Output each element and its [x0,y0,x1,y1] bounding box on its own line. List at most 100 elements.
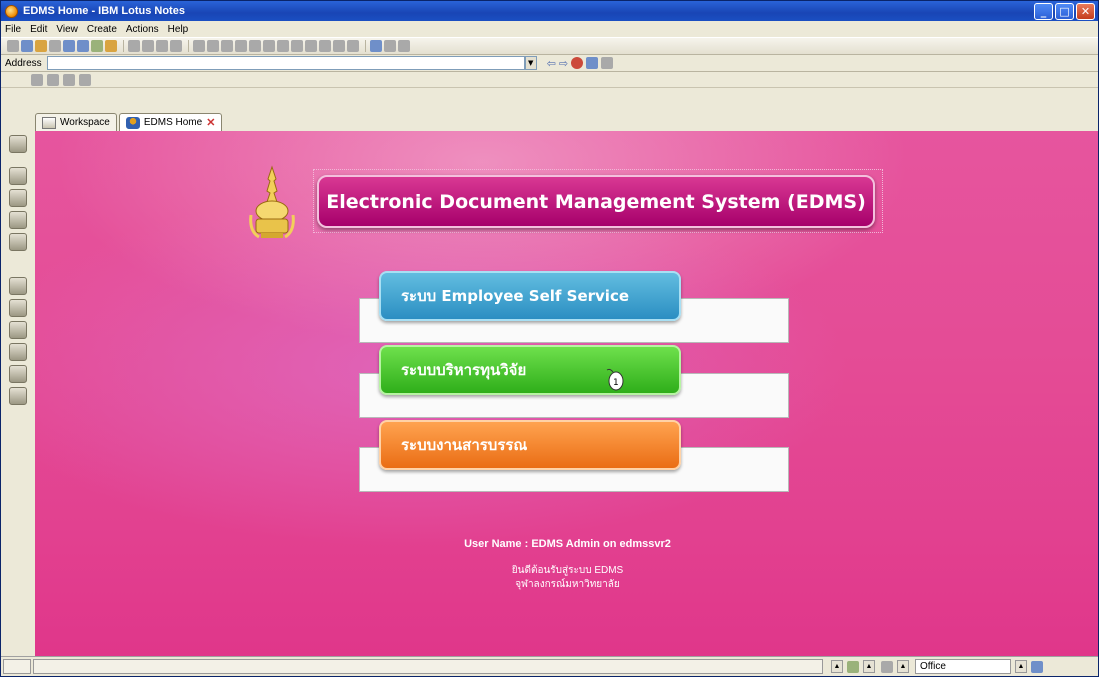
research-fund-button[interactable]: ระบบบริหารทุนวิจัย [379,345,681,395]
find-icon[interactable] [370,40,382,52]
databases-icon[interactable] [9,299,27,317]
search-icon[interactable] [384,40,396,52]
open-icon[interactable] [35,40,47,52]
navigate-up-icon[interactable] [221,40,233,52]
preview-icon[interactable] [291,40,303,52]
key-icon [881,660,893,673]
close-tab-icon[interactable]: ✕ [206,116,215,129]
online-arrow-icon[interactable]: ▲ [863,660,875,673]
address-label: Address [5,57,42,69]
cut-icon[interactable] [128,40,140,52]
lotus-notes-logo-icon [5,4,18,18]
tab-edms-home-label: EDMS Home [143,117,203,128]
forward-icon[interactable] [63,40,75,52]
calendar-icon[interactable] [9,167,27,185]
refresh-icon[interactable] [586,57,599,69]
bookmark-b-icon[interactable] [9,135,27,153]
secondary-toolbar [1,72,1098,88]
welcome-label: ยินดีต้อนรับสู่ระบบ EDMS [511,565,624,576]
collapse-icon[interactable] [319,40,331,52]
collapse-all-icon[interactable] [347,40,359,52]
window-controls: _ □ ✕ [1034,2,1095,20]
view-icon[interactable] [277,40,289,52]
navigate-first-icon[interactable] [193,40,205,52]
expand-all-icon[interactable] [333,40,345,52]
tab-edms-home[interactable]: EDMS Home ✕ [118,113,223,131]
navigate-next-icon[interactable] [207,40,219,52]
close-button[interactable]: ✕ [1076,2,1095,20]
svg-text:1: 1 [613,378,619,388]
print-icon[interactable] [77,40,89,52]
document-icon[interactable] [79,73,91,86]
clipboard-icon[interactable] [170,40,182,52]
address-bar: Address ▼ ⇦ ⇨ [1,55,1098,72]
menu-help[interactable]: Help [168,24,189,35]
replicator-icon[interactable] [9,233,27,251]
replicate-icon[interactable] [91,40,103,52]
page-title-banner: Electronic Document Management System (E… [317,175,875,228]
menu-create[interactable]: Create [87,24,117,35]
online-icon [847,660,859,673]
copy-icon[interactable] [142,40,154,52]
security-status[interactable]: ▲ [881,659,909,674]
status-bar: ▲ ▲ ▲ Office ▲ [1,656,1098,676]
menu-edit[interactable]: Edit [30,24,47,35]
menu-actions[interactable]: Actions [126,24,159,35]
stop-icon[interactable] [571,57,584,69]
app-window: EDMS Home - IBM Lotus Notes _ □ ✕ File E… [0,0,1099,677]
address-input[interactable] [46,56,525,70]
mouse-pointer-icon: 1 [606,368,624,391]
navigate-down-icon[interactable] [235,40,247,52]
search-web-icon[interactable] [601,57,614,69]
tab-workspace-label: Workspace [60,117,110,128]
menu-bar: File Edit View Create Actions Help [1,21,1098,37]
navigate-prev-unread-icon[interactable] [263,40,275,52]
bookmark-bar [1,131,35,661]
edms-home-page: Electronic Document Management System (E… [35,131,1098,658]
menu-view[interactable]: View [56,24,78,35]
status-message-area [33,659,823,674]
home-icon[interactable] [7,40,19,52]
contacts-bookmark-icon[interactable] [9,189,27,207]
location-arrow-icon[interactable]: ▲ [1015,660,1027,673]
location-field[interactable]: Office [915,659,1011,674]
applications-icon[interactable] [9,343,27,361]
university-crest-icon [249,165,295,239]
save-icon[interactable] [21,40,33,52]
bookmark-folder-icon[interactable] [9,277,27,295]
security-arrow-icon[interactable]: ▲ [897,660,909,673]
tab-workspace[interactable]: Workspace [35,113,117,131]
layout-icon[interactable] [398,40,410,52]
favorites-icon[interactable] [9,321,27,339]
home-person-icon [125,116,140,129]
user-name-label: User Name : EDMS Admin on edmssvr2 [464,538,671,550]
chat-icon[interactable] [31,73,43,86]
forward-nav-icon[interactable]: ⇨ [559,57,568,70]
grid-icon[interactable] [9,387,27,405]
todo-icon[interactable] [9,211,27,229]
menu-file[interactable]: File [5,24,21,35]
paste-icon[interactable] [156,40,168,52]
online-status[interactable]: ▲ ▲ [831,659,875,674]
expand-icon[interactable] [305,40,317,52]
address-dropdown-icon[interactable]: ▼ [524,56,537,70]
history-icon[interactable] [9,365,27,383]
main-toolbar [1,37,1098,55]
minimize-button[interactable]: _ [1034,2,1053,20]
navigation-group: ⇦ ⇨ [547,57,614,70]
back-icon[interactable]: ⇦ [547,57,556,70]
status-cell-left [3,659,31,674]
location-status[interactable]: Office ▲ [915,659,1043,674]
status-up-arrow-icon[interactable]: ▲ [831,660,843,673]
navigate-unread-icon[interactable] [249,40,261,52]
correspondence-system-button[interactable]: ระบบงานสารบรรณ [379,420,681,470]
maximize-button[interactable]: □ [1055,2,1074,20]
employee-self-service-button[interactable]: ระบบ Employee Self Service [379,271,681,321]
workspace-icon [42,116,56,129]
edit-icon[interactable] [49,40,61,52]
chat-people-icon[interactable] [47,73,59,86]
mail-status-icon [1031,660,1043,673]
contacts-icon[interactable] [63,73,75,86]
person-icon[interactable] [105,40,117,52]
tab-bar: Workspace EDMS Home ✕ [35,109,224,131]
